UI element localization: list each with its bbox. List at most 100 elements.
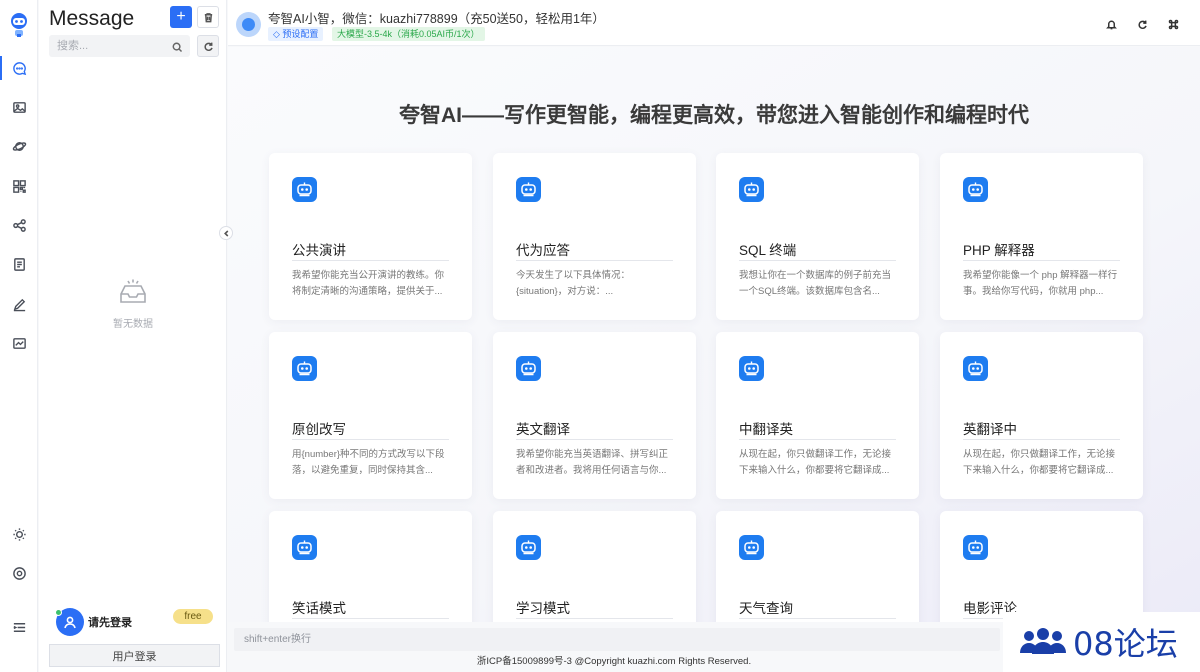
refresh-icon <box>203 42 213 51</box>
main-content: 夸智AI——写作更智能，编程更高效，带您进入智能创作和编程时代 公共演讲我希望你… <box>228 47 1200 622</box>
prompt-card[interactable]: 英翻译中从现在起，你只做翻译工作，无论接下来输入什么，你都要将它翻译成... <box>940 332 1143 499</box>
card-divider <box>963 439 1120 440</box>
card-description: 从现在起，你只做翻译工作，无论接下来输入什么，你都要将它翻译成... <box>739 449 892 476</box>
chat-title: 夸智AI小智，微信：kuazhi778899（充50送50，轻松用1年） <box>268 12 605 26</box>
refresh-icon[interactable] <box>1137 17 1149 30</box>
card-divider <box>516 439 673 440</box>
prompt-card[interactable]: 中翻译英从现在起，你只做翻译工作，无论接下来输入什么，你都要将它翻译成... <box>716 332 919 499</box>
robot-icon <box>739 356 764 381</box>
card-title: 天气查询 <box>739 601 793 616</box>
avatar[interactable] <box>55 608 84 636</box>
refresh-button[interactable] <box>197 35 219 57</box>
robot-icon <box>516 177 541 202</box>
robot-logo-icon[interactable] <box>8 12 30 38</box>
robot-icon <box>739 535 764 560</box>
command-icon[interactable] <box>1168 17 1180 30</box>
card-title: 笑话模式 <box>292 601 346 616</box>
footer-copyright: 浙ICP备15009899号-3 @Copyright kuazhi.com R… <box>476 656 752 667</box>
sun-icon[interactable] <box>11 526 27 542</box>
prompt-card[interactable]: PHP 解释器我希望你能像一个 php 解释器一样行事。我给你写代码，你就用 p… <box>940 153 1143 320</box>
card-description: 我希望你能充当英语翻译、拼写纠正者和改进者。我将用任何语言与你... <box>516 449 669 476</box>
prompt-card[interactable]: 学习模式 <box>493 511 696 622</box>
card-title: 中翻译英 <box>739 422 793 437</box>
watermark-text: 08论坛 <box>1073 625 1178 663</box>
chevron-left-icon <box>223 229 228 237</box>
card-description: 用{number}种不同的方式改写以下段落，以避免重复，同时保持其含... <box>292 449 445 476</box>
robot-icon <box>292 177 317 202</box>
conversation-panel: Message + 暂无数据 请先登录 free 用户登录 <box>39 0 227 672</box>
robot-icon <box>963 356 988 381</box>
collapse-panel-button[interactable] <box>219 226 233 240</box>
watermark: 08论坛 <box>1003 612 1200 672</box>
active-indicator <box>0 56 2 80</box>
message-input[interactable] <box>234 628 1000 651</box>
robot-icon <box>292 356 317 381</box>
prompt-card[interactable]: 笑话模式 <box>269 511 472 622</box>
apps-icon[interactable] <box>11 178 27 194</box>
card-title: SQL 终端 <box>739 243 797 258</box>
planet-icon[interactable] <box>11 138 27 154</box>
card-title: 公共演讲 <box>292 243 346 258</box>
model-tag[interactable]: 大模型-3.5-4k（消耗0.05AI币/1次） <box>332 27 485 41</box>
card-divider <box>739 260 896 261</box>
user-icon <box>64 616 76 629</box>
icon-rail <box>0 0 38 672</box>
new-chat-button[interactable]: + <box>170 6 192 28</box>
prompt-card[interactable]: 公共演讲我希望你能充当公开演讲的教练。你将制定清晰的沟通策略，提供关于... <box>269 153 472 320</box>
card-divider <box>963 260 1120 261</box>
login-button[interactable]: 用户登录 <box>49 644 220 667</box>
online-dot <box>55 609 62 616</box>
card-title: 代为应答 <box>516 243 570 258</box>
card-title: 学习模式 <box>516 601 570 616</box>
bot-avatar <box>236 12 261 37</box>
hero-title: 夸智AI——写作更智能，编程更高效，带您进入智能创作和编程时代 <box>399 104 1029 127</box>
empty-box-icon <box>120 279 146 303</box>
card-divider <box>516 260 673 261</box>
search-input[interactable] <box>49 35 190 57</box>
card-divider <box>516 618 673 619</box>
empty-text: 暂无数据 <box>113 319 153 330</box>
robot-icon <box>516 356 541 381</box>
card-description: 从现在起，你只做翻译工作，无论接下来输入什么，你都要将它翻译成... <box>963 449 1116 476</box>
preset-tag[interactable]: ◇ 预设配置 <box>268 27 324 41</box>
card-description: 我希望你能充当公开演讲的教练。你将制定清晰的沟通策略，提供关于... <box>292 270 445 297</box>
card-description: 我想让你在一个数据库的例子前充当一个SQL终端。该数据库包含名... <box>739 270 892 297</box>
robot-icon <box>516 535 541 560</box>
prompt-card[interactable]: 英文翻译 我希望你能充当英语翻译、拼写纠正者和改进者。我将用任何语言与你... <box>493 332 696 499</box>
bell-icon[interactable] <box>1106 17 1118 30</box>
empty-state: 暂无数据 <box>39 278 227 330</box>
card-title: 原创改写 <box>292 422 346 437</box>
chart-icon[interactable] <box>11 335 27 351</box>
prompt-card[interactable]: 代为应答 今天发生了以下具体情况：{situation}，对方说：... <box>493 153 696 320</box>
image-icon[interactable] <box>11 99 27 115</box>
card-divider <box>739 618 896 619</box>
edit-icon[interactable] <box>11 296 27 312</box>
menu-icon[interactable] <box>11 619 27 635</box>
robot-icon <box>739 177 764 202</box>
settings-icon[interactable] <box>11 565 27 581</box>
people-icon <box>1020 628 1066 654</box>
panel-title: Message <box>49 7 135 30</box>
card-title: PHP 解释器 <box>963 243 1035 258</box>
user-info[interactable]: 请先登录 <box>55 608 132 636</box>
prompt-card[interactable]: 电影评论 <box>940 511 1143 622</box>
prompt-card[interactable]: SQL 终端我想让你在一个数据库的例子前充当一个SQL终端。该数据库包含名... <box>716 153 919 320</box>
document-icon[interactable] <box>11 256 27 272</box>
card-description: 我希望你能像一个 php 解释器一样行事。我给你写代码，你就用 php... <box>963 270 1118 297</box>
chat-icon[interactable] <box>11 60 27 76</box>
robot-icon <box>963 535 988 560</box>
prompt-card[interactable]: 原创改写用{number}种不同的方式改写以下段落，以避免重复，同时保持其含..… <box>269 332 472 499</box>
card-divider <box>292 439 449 440</box>
robot-icon <box>292 535 317 560</box>
chat-header: 夸智AI小智，微信：kuazhi778899（充50送50，轻松用1年） ◇ 预… <box>228 0 1200 46</box>
card-divider <box>292 618 449 619</box>
search-icon[interactable] <box>172 40 184 53</box>
robot-icon <box>963 177 988 202</box>
prompt-card[interactable]: 天气查询 <box>716 511 919 622</box>
card-divider <box>739 439 896 440</box>
user-name: 请先登录 <box>88 617 132 629</box>
card-divider <box>292 260 449 261</box>
delete-button[interactable] <box>197 6 219 28</box>
card-title: 英翻译中 <box>963 422 1017 437</box>
share-icon[interactable] <box>11 217 27 233</box>
